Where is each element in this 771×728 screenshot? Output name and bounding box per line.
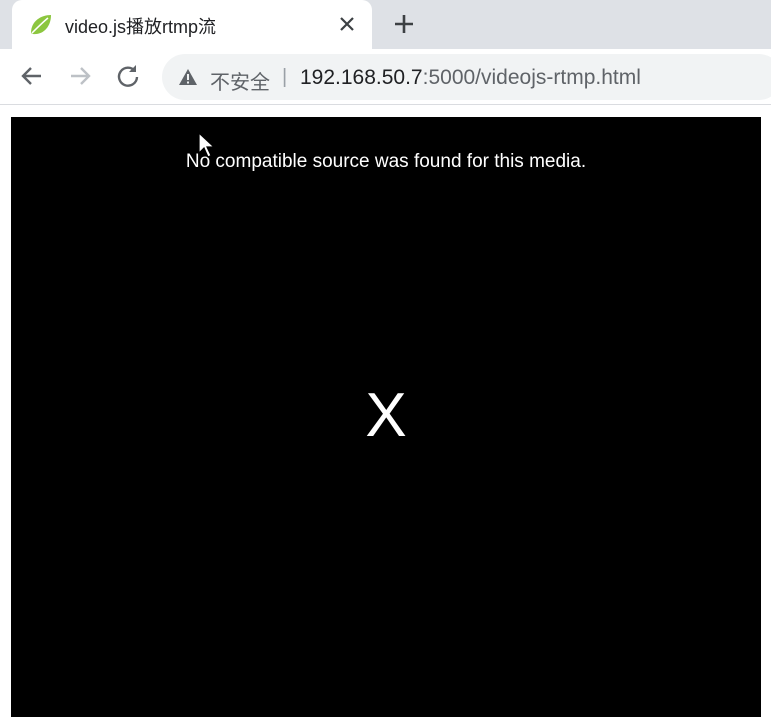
address-bar[interactable]: 不安全 | 192.168.50.7:5000/videojs-rtmp.htm… (162, 54, 771, 100)
player-error-icon: X (365, 381, 407, 450)
back-arrow-icon[interactable] (19, 63, 45, 89)
video-player[interactable]: No compatible source was found for this … (11, 117, 761, 717)
tab-title: video.js播放rtmp流 (65, 17, 217, 37)
url-text[interactable]: 192.168.50.7:5000/videojs-rtmp.html (300, 66, 641, 90)
security-status-label[interactable]: 不安全 (210, 66, 270, 95)
close-tab-icon[interactable] (336, 13, 358, 35)
new-tab-icon[interactable] (392, 12, 416, 36)
reload-icon[interactable] (115, 63, 141, 89)
forward-arrow-icon[interactable] (67, 63, 93, 89)
active-tab[interactable]: video.js播放rtmp流 (12, 0, 372, 49)
url-path: :5000/videojs-rtmp.html (422, 66, 641, 89)
tab-strip: video.js播放rtmp流 (0, 0, 771, 49)
url-host: 192.168.50.7 (300, 66, 423, 89)
browser-toolbar: 不安全 | 192.168.50.7:5000/videojs-rtmp.htm… (0, 49, 771, 105)
address-separator: | (282, 66, 288, 88)
player-error-message: No compatible source was found for this … (185, 151, 587, 172)
spring-leaf-icon (31, 15, 51, 35)
warning-triangle-icon[interactable] (178, 68, 198, 86)
mouse-cursor-icon (198, 132, 216, 158)
